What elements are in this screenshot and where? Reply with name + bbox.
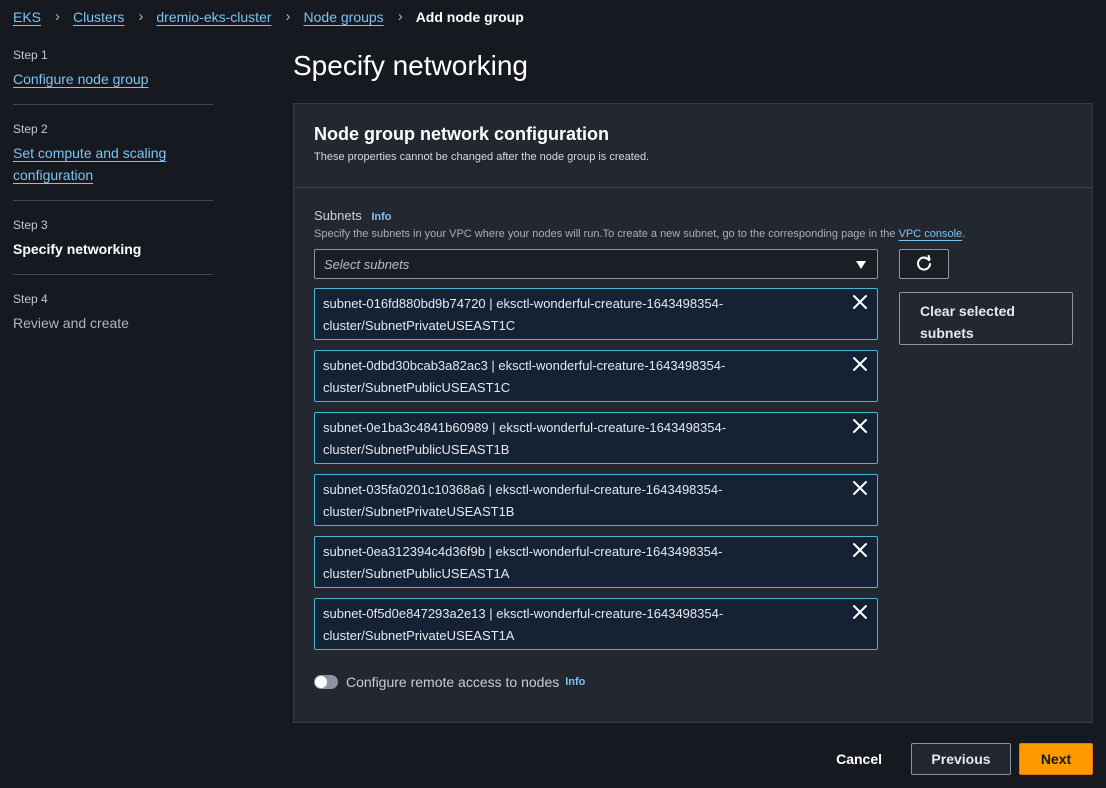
subnets-select[interactable]: Select subnets — [314, 249, 878, 279]
subnet-token-line-2: cluster/SubnetPublicUSEAST1C — [323, 380, 511, 395]
wizard-step-3: Step 3 Specify networking — [13, 218, 213, 275]
remote-access-row: Configure remote access to nodes Info — [314, 674, 585, 690]
selected-subnets-list: subnet-016fd880bd9b74720 | eksctl-wonder… — [314, 288, 878, 660]
step-current-specify-networking: Specify networking — [13, 241, 142, 257]
subnet-token-line-1: subnet-0e1ba3c4841b60989 | eksctl-wonder… — [323, 420, 727, 435]
subnet-token-line-2: cluster/SubnetPrivateUSEAST1B — [323, 504, 515, 519]
close-icon[interactable] — [853, 605, 867, 619]
close-icon[interactable] — [853, 295, 867, 309]
caret-down-icon — [856, 261, 866, 269]
next-button[interactable]: Next — [1019, 743, 1093, 775]
cancel-button[interactable]: Cancel — [836, 751, 882, 767]
subnet-token: subnet-0f5d0e847293a2e13 | eksctl-wonder… — [314, 598, 878, 650]
panel-header: Node group network configuration These p… — [294, 104, 1092, 188]
step-review-and-create: Review and create — [13, 315, 129, 331]
chevron-right-icon: › — [55, 8, 61, 25]
chevron-right-icon: › — [285, 8, 291, 25]
subnets-label: Subnets — [314, 208, 362, 223]
subnet-token: subnet-0e1ba3c4841b60989 | eksctl-wonder… — [314, 412, 878, 464]
breadcrumb-eks[interactable]: EKS — [13, 9, 41, 25]
subnet-token-line-2: cluster/SubnetPrivateUSEAST1A — [323, 628, 515, 643]
subnet-token-text: subnet-0f5d0e847293a2e13 | eksctl-wonder… — [323, 603, 843, 647]
subnets-description-text: Specify the subnets in your VPC where yo… — [314, 228, 899, 240]
step-number: Step 2 — [13, 122, 48, 136]
subnet-token-line-1: subnet-0f5d0e847293a2e13 | eksctl-wonder… — [323, 606, 724, 621]
subnet-token-line-2: cluster/SubnetPublicUSEAST1A — [323, 566, 510, 581]
subnet-token-text: subnet-016fd880bd9b74720 | eksctl-wonder… — [323, 293, 843, 337]
wizard-actions: Cancel Previous Next — [836, 743, 1093, 775]
breadcrumb-clusters[interactable]: Clusters — [73, 9, 124, 25]
remote-access-info-link[interactable]: Info — [565, 676, 585, 688]
subnets-label-row: Subnets Info — [314, 208, 392, 223]
wizard-steps: Step 1 Configure node group Step 2 Set c… — [13, 48, 213, 365]
page-title: Specify networking — [293, 50, 529, 81]
remote-access-label: Configure remote access to nodes — [346, 674, 560, 690]
clear-selected-subnets-button[interactable]: Clear selected subnets — [899, 292, 1073, 345]
close-icon[interactable] — [853, 543, 867, 557]
wizard-step-2: Step 2 Set compute and scaling configura… — [13, 122, 213, 201]
close-icon[interactable] — [853, 481, 867, 495]
wizard-step-1: Step 1 Configure node group — [13, 48, 213, 105]
close-icon[interactable] — [853, 357, 867, 371]
subnet-token-line-1: subnet-016fd880bd9b74720 | eksctl-wonder… — [323, 296, 724, 311]
close-icon[interactable] — [853, 419, 867, 433]
subnet-token-text: subnet-0dbd30bcab3a82ac3 | eksctl-wonder… — [323, 355, 843, 399]
panel-title: Node group network configuration — [314, 124, 609, 144]
subnet-token-line-2: cluster/SubnetPublicUSEAST1B — [323, 442, 510, 457]
step-link-configure-node-group[interactable]: Configure node group — [13, 71, 148, 87]
breadcrumb-cluster-name[interactable]: dremio-eks-cluster — [156, 9, 271, 25]
step-link-compute-scaling[interactable]: Set compute and scaling configuration — [13, 142, 183, 186]
subnets-description-end: . — [962, 228, 966, 240]
network-config-panel: Node group network configuration These p… — [293, 103, 1093, 723]
chevron-right-icon: › — [138, 8, 144, 25]
breadcrumb-node-groups[interactable]: Node groups — [304, 9, 384, 25]
subnets-select-placeholder: Select subnets — [324, 257, 410, 272]
subnet-token-line-2: cluster/SubnetPrivateUSEAST1C — [323, 318, 516, 333]
toggle-knob — [315, 676, 327, 688]
previous-button[interactable]: Previous — [911, 743, 1011, 775]
refresh-icon — [917, 255, 931, 271]
wizard-step-4: Step 4 Review and create — [13, 292, 213, 348]
step-number: Step 1 — [13, 48, 48, 62]
chevron-right-icon: › — [397, 8, 403, 25]
subnet-token: subnet-0ea312394c4d36f9b | eksctl-wonder… — [314, 536, 878, 588]
subnets-description: Specify the subnets in your VPC where yo… — [314, 228, 965, 240]
subnet-token-text: subnet-035fa0201c10368a6 | eksctl-wonder… — [323, 479, 843, 523]
step-number: Step 3 — [13, 218, 48, 232]
subnet-token-line-1: subnet-0dbd30bcab3a82ac3 | eksctl-wonder… — [323, 358, 726, 373]
breadcrumb-current: Add node group — [415, 8, 524, 25]
subnet-token-line-1: subnet-0ea312394c4d36f9b | eksctl-wonder… — [323, 544, 723, 559]
subnet-token: subnet-016fd880bd9b74720 | eksctl-wonder… — [314, 288, 878, 340]
subnet-token: subnet-0dbd30bcab3a82ac3 | eksctl-wonder… — [314, 350, 878, 402]
subnet-token: subnet-035fa0201c10368a6 | eksctl-wonder… — [314, 474, 878, 526]
subnets-info-link[interactable]: Info — [371, 211, 391, 223]
subnet-token-text: subnet-0ea312394c4d36f9b | eksctl-wonder… — [323, 541, 843, 585]
subnet-token-text: subnet-0e1ba3c4841b60989 | eksctl-wonder… — [323, 417, 843, 461]
refresh-subnets-button[interactable] — [899, 249, 949, 279]
breadcrumb: EKS › Clusters › dremio-eks-cluster › No… — [13, 8, 524, 25]
remote-access-toggle[interactable] — [314, 675, 338, 689]
vpc-console-link[interactable]: VPC console — [899, 228, 963, 240]
step-number: Step 4 — [13, 292, 48, 306]
panel-description: These properties cannot be changed after… — [314, 151, 650, 163]
subnet-token-line-1: subnet-035fa0201c10368a6 | eksctl-wonder… — [323, 482, 723, 497]
